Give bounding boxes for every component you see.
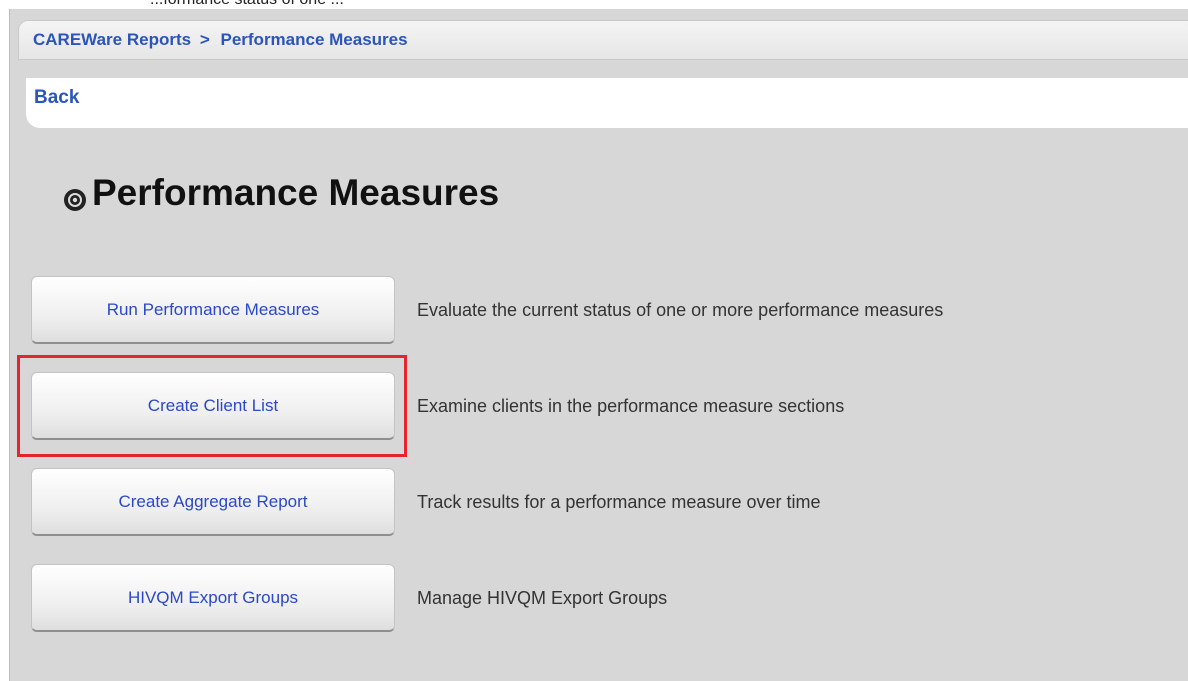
cropped-top-text: ...formance status of one ...: [150, 0, 344, 9]
create-client-list-description: Examine clients in the performance measu…: [417, 396, 845, 416]
run-performance-measures-description: Evaluate the current status of one or mo…: [417, 300, 944, 320]
create-aggregate-report-button[interactable]: Create Aggregate Report: [31, 468, 395, 536]
run-performance-measures-button[interactable]: Run Performance Measures: [31, 276, 395, 344]
create-client-list-button[interactable]: Create Client List: [31, 372, 395, 440]
back-bar: Back: [26, 78, 1188, 128]
breadcrumb-separator: >: [199, 30, 210, 49]
hivqm-export-groups-description: Manage HIVQM Export Groups: [417, 588, 668, 608]
page-title-text: Performance Measures: [92, 172, 500, 213]
breadcrumb: CAREWare Reports > Performance Measures: [18, 20, 1188, 60]
create-aggregate-report-description: Track results for a performance measure …: [417, 492, 821, 512]
breadcrumb-link-performance-measures[interactable]: Performance Measures: [220, 30, 407, 49]
page-title: Performance Measures: [62, 172, 499, 214]
hivqm-export-groups-button[interactable]: HIVQM Export Groups: [31, 564, 395, 632]
breadcrumb-link-careware-reports[interactable]: CAREWare Reports: [33, 30, 191, 49]
gear-icon: [62, 180, 88, 211]
back-link[interactable]: Back: [34, 87, 79, 108]
